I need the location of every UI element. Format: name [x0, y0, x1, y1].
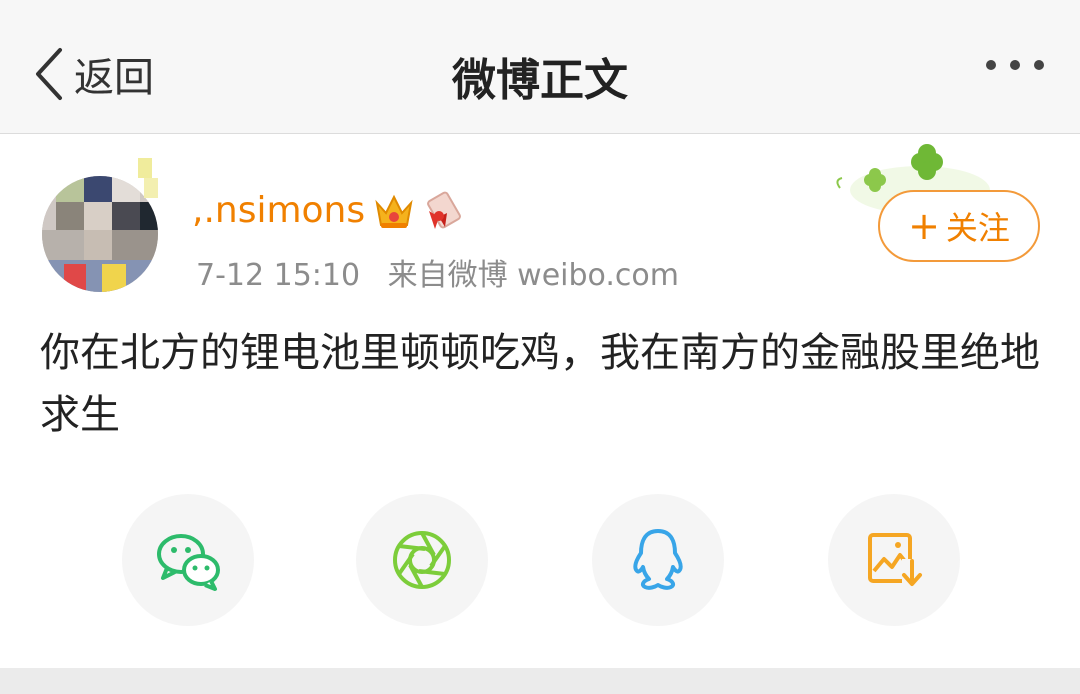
- plus-icon: +: [908, 204, 940, 248]
- username[interactable]: ,.nsimons: [192, 190, 365, 231]
- crown-badge-icon: [375, 194, 413, 228]
- follow-button[interactable]: + 关注: [878, 190, 1040, 262]
- wechat-icon: [157, 534, 220, 591]
- username-row: ,.nsimons: [192, 190, 462, 231]
- diploma-badge-icon: [427, 191, 462, 229]
- save-image-button[interactable]: [828, 494, 960, 626]
- share-wechat-button[interactable]: [122, 494, 254, 626]
- follow-label: 关注: [945, 209, 1010, 247]
- share-qq-button[interactable]: [592, 494, 724, 626]
- more-dot-icon: [986, 60, 996, 70]
- post-date: 7-12 15:10: [196, 258, 361, 293]
- more-options-button[interactable]: [986, 60, 1044, 70]
- post-text: 你在北方的锂电池里顿顿吃鸡，我在南方的金融股里绝地求生: [40, 330, 1040, 438]
- avatar[interactable]: [42, 158, 158, 292]
- qq-icon: [633, 529, 683, 590]
- more-dot-icon: [1010, 60, 1020, 70]
- page-title: 微博正文: [452, 55, 628, 106]
- nav-header: 返回 微博正文: [0, 0, 1080, 134]
- share-moments-button[interactable]: [356, 494, 488, 626]
- post-meta: 7-12 15:10 来自微博 weibo.com: [196, 250, 697, 294]
- post-source: 来自微博 weibo.com: [387, 258, 679, 293]
- save-image-icon: [868, 533, 922, 589]
- moments-icon: [393, 531, 451, 589]
- footer-divider: [0, 668, 1080, 694]
- more-dot-icon: [1034, 60, 1044, 70]
